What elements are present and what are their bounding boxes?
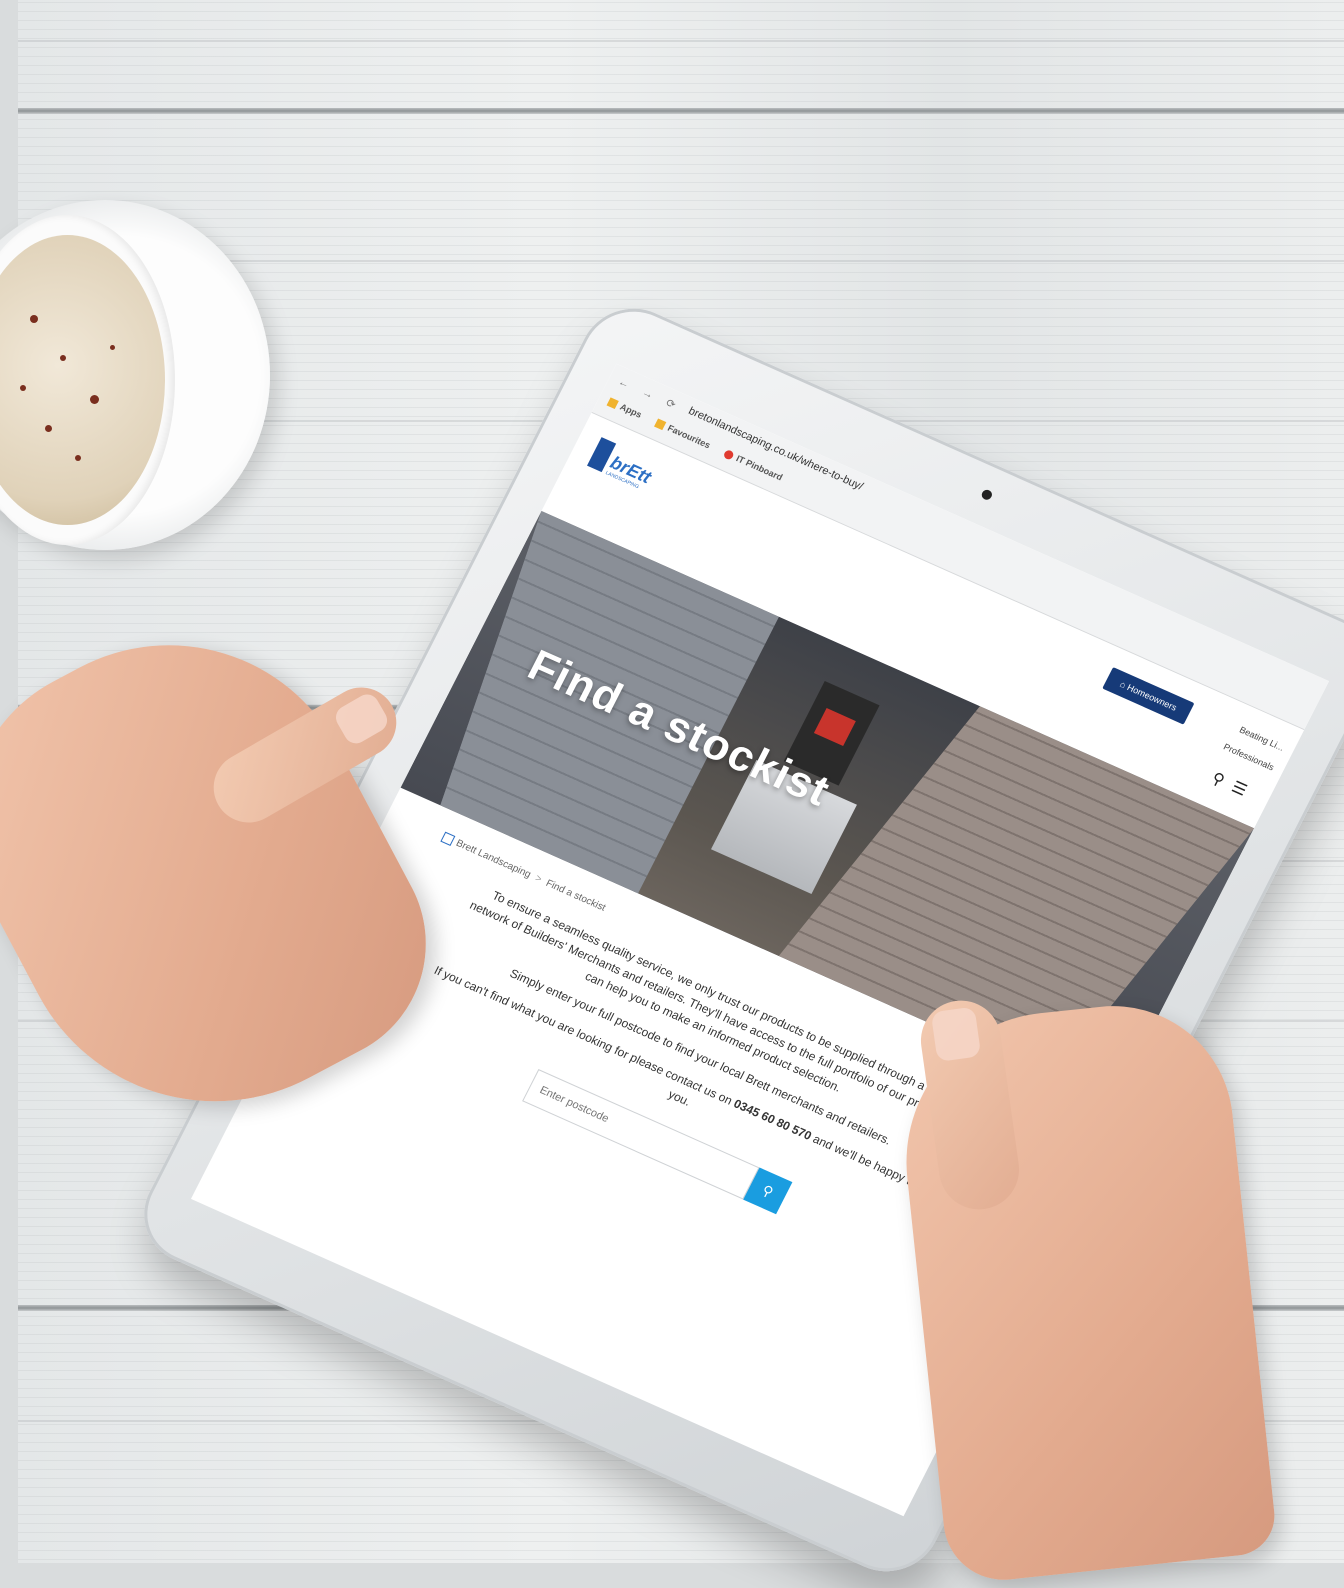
utility-links: Beating Li... Professionals [1219, 717, 1288, 778]
forklift-seat [813, 708, 856, 747]
cinnamon-speck [75, 455, 81, 461]
header-icons: ⚲☰ [1208, 768, 1259, 805]
home-icon [440, 831, 456, 846]
bookmark-label: Favourites [665, 422, 713, 451]
breadcrumb-current: Find a stockist [543, 877, 608, 914]
cinnamon-speck [45, 425, 52, 432]
breadcrumb-home[interactable]: Brett Landscaping [454, 838, 533, 881]
bookmark-label: Apps [618, 401, 644, 420]
menu-icon[interactable]: ☰ [1229, 779, 1259, 804]
homeowners-label: Homeowners [1125, 682, 1179, 713]
cinnamon-speck [60, 355, 66, 361]
thumbnail [930, 1006, 982, 1063]
search-icon: ⚲ [759, 1181, 777, 1200]
cinnamon-speck [30, 315, 38, 323]
wood-grain [18, 40, 1344, 42]
folder-icon [653, 418, 667, 431]
cinnamon-speck [20, 385, 26, 391]
bookmark-apps[interactable]: Apps [606, 396, 644, 420]
front-camera [980, 488, 994, 502]
homeowners-button[interactable]: ⌂ Homeowners [1102, 667, 1195, 725]
breadcrumb-separator: > [533, 873, 544, 886]
bookmark-label: IT Pinboard [734, 453, 785, 483]
apps-icon [606, 397, 619, 410]
cinnamon-speck [110, 345, 115, 350]
brett-logo[interactable]: brEtt LANDSCAPING [584, 437, 665, 499]
plank-gap [18, 108, 1344, 114]
cinnamon-speck [90, 395, 99, 404]
thumbnail [331, 690, 392, 748]
pinboard-icon [722, 449, 735, 461]
